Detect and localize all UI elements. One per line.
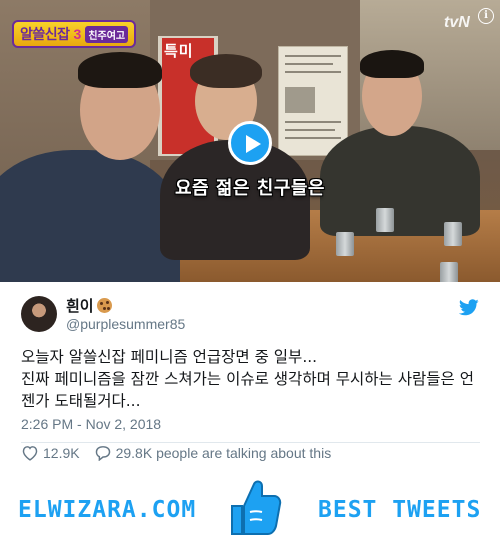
video-thumbnail[interactable]: 특미 알쓸신잡 3 친주여고 tvN i 요즘 젊은 친구들은 (0, 0, 500, 282)
heart-icon (22, 446, 38, 461)
speech-bubble-icon (95, 446, 110, 461)
info-icon[interactable]: i (478, 8, 494, 24)
divider (21, 442, 480, 443)
play-icon (246, 135, 261, 153)
brand-text: ELWIZARA.COM (18, 497, 197, 523)
like-count: 12.9K (43, 445, 80, 461)
metal-cup (336, 232, 354, 256)
tweet-text: 오늘자 알쓸신잡 페미니즘 언급장면 중 일부... 진짜 페미니즘을 잠깐 스… (21, 348, 474, 410)
channel-logo: tvN (444, 14, 470, 31)
like-action[interactable]: 12.9K (21, 445, 80, 461)
person-left-hair (78, 52, 162, 88)
cookie-emoji-icon (96, 298, 112, 313)
avatar[interactable] (21, 296, 57, 332)
person-center-hair (190, 54, 262, 88)
wall-newspaper (278, 46, 348, 156)
tweet-timestamp[interactable]: 2:26 PM - Nov 2, 2018 (21, 416, 161, 432)
footer-banner: ELWIZARA.COM BEST TWEETS (0, 470, 500, 547)
poster-text: 특미 (164, 43, 194, 60)
metal-cup (444, 222, 462, 246)
talking-count: 29.8K people are talking about this (115, 445, 332, 461)
thumbs-up-icon (231, 480, 282, 535)
show-logo-sub: 친주여고 (85, 25, 129, 43)
metal-cup (440, 262, 458, 282)
user-handle[interactable]: @purplesummer85 (66, 316, 185, 332)
tweet-actions: 12.9K 29.8K people are talking about thi… (21, 445, 339, 461)
display-name-row[interactable]: 흰이 (66, 295, 112, 316)
tweet-card: 특미 알쓸신잡 3 친주여고 tvN i 요즘 젊은 친구들은 흰이 @purp… (0, 0, 500, 470)
conversation-action[interactable]: 29.8K people are talking about this (94, 445, 332, 461)
show-logo-number: 3 (73, 26, 82, 42)
video-subtitle: 요즘 젊은 친구들은 (174, 178, 325, 199)
person-right-hair (360, 50, 424, 78)
play-button[interactable] (228, 121, 272, 165)
show-logo-name: 알쓸신잡 (20, 26, 70, 42)
person-left (0, 150, 180, 282)
twitter-bird-icon[interactable] (459, 299, 479, 316)
tweet-body: 흰이 @purplesummer85 오늘자 알쓸신잡 페미니즘 언급장면 중 … (0, 282, 500, 470)
best-tweets-text: BEST TWEETS (318, 497, 482, 523)
display-name: 흰이 (66, 298, 94, 315)
metal-cup (376, 208, 394, 232)
show-logo: 알쓸신잡 3 친주여고 (12, 20, 137, 48)
